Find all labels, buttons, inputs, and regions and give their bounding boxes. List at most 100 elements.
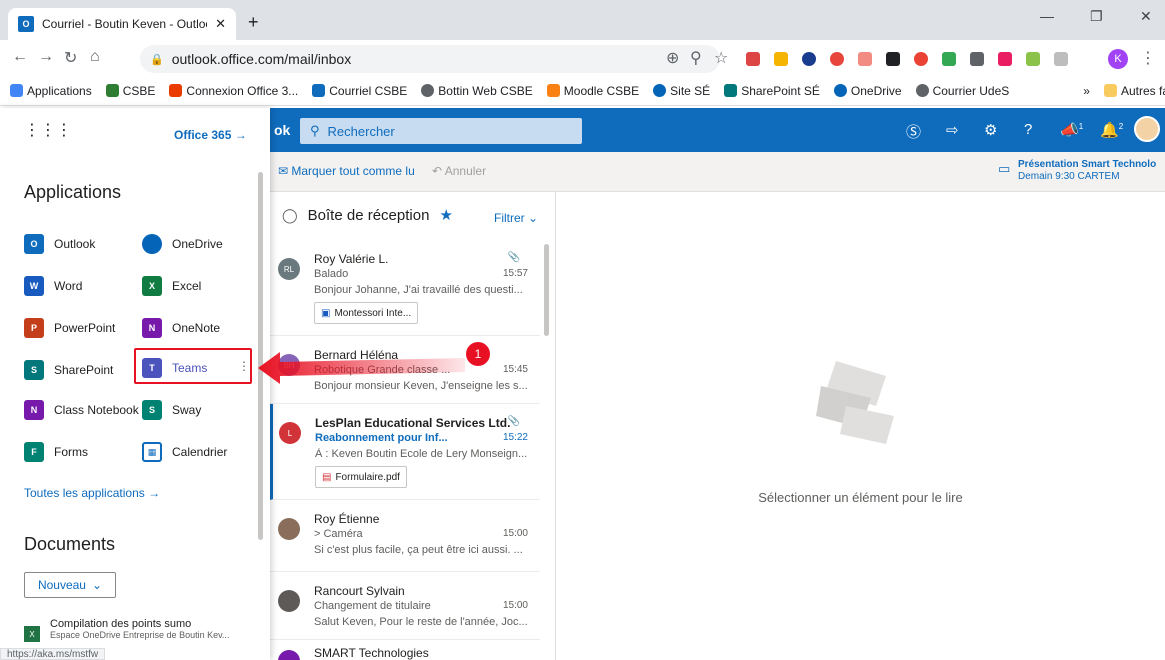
new-document-button[interactable]: Nouveau ⌄: [24, 572, 116, 598]
annotation-arrow-icon: [258, 352, 465, 384]
message-item[interactable]: Rancourt Sylvain Changement de titulaire…: [270, 572, 540, 640]
calendar-icon: ▦: [142, 442, 162, 462]
restore-icon[interactable]: ❐: [1090, 8, 1103, 25]
sender-avatar: L: [279, 422, 301, 444]
bookmark-item[interactable]: Applications: [10, 84, 92, 98]
skype-icon[interactable]: Ⓢ: [906, 121, 921, 142]
message-preview: Salut Keven, Pour le reste de l'année, J…: [314, 616, 528, 628]
profile-avatar[interactable]: K: [1108, 49, 1128, 69]
my-day-icon[interactable]: ⇨: [946, 121, 959, 139]
bookmark-item[interactable]: Courriel CSBE: [312, 84, 407, 98]
onedrive-icon: [833, 84, 847, 97]
app-sharepoint[interactable]: S SharePoint: [24, 360, 113, 380]
app-excel[interactable]: X Excel: [142, 276, 201, 296]
extension-icon[interactable]: [886, 52, 900, 66]
bell-icon[interactable]: 🔔2: [1100, 121, 1123, 139]
select-all-icon[interactable]: ◯: [282, 207, 298, 224]
undo-button[interactable]: ↶ Annuler: [432, 164, 486, 178]
bookmark-item[interactable]: Courrier UdeS: [915, 84, 1009, 98]
more-options-icon[interactable]: ⋮: [238, 359, 250, 373]
app-word[interactable]: W Word: [24, 276, 82, 296]
message-item[interactable]: SMART Technologies: [270, 640, 540, 660]
attachment-chip[interactable]: ▣ Montessori Inte...: [314, 302, 419, 324]
app-calendar[interactable]: ▦ Calendrier: [142, 442, 227, 462]
app-sway[interactable]: S Sway: [142, 400, 201, 420]
undo-icon: ↶: [432, 164, 445, 178]
zoom-icon[interactable]: ⊕: [666, 48, 679, 68]
attachment-chip[interactable]: ▤ Formulaire.pdf: [315, 466, 407, 488]
empty-mail-illustration-icon: [816, 361, 894, 444]
close-tab-icon[interactable]: ✕: [215, 16, 226, 32]
extension-icon[interactable]: [830, 52, 844, 66]
extension-icon[interactable]: [970, 52, 984, 66]
message-list-scrollbar[interactable]: [544, 244, 549, 336]
extension-icon[interactable]: [802, 52, 816, 66]
megaphone-icon[interactable]: 📣1: [1060, 121, 1083, 139]
extension-icon[interactable]: [1054, 52, 1068, 66]
url-text: outlook.office.com/mail/inbox: [171, 51, 352, 67]
more-bookmarks-icon[interactable]: »: [1083, 84, 1090, 98]
home-icon[interactable]: ⌂: [90, 48, 100, 66]
browser-tab-bar: O Courriel - Boutin Keven - Outlook ✕ + …: [0, 0, 1165, 40]
browser-menu-icon[interactable]: ⋮: [1140, 48, 1156, 68]
extension-icon[interactable]: [746, 52, 760, 66]
message-preview: Bonjour Johanne, J'ai travaillé des ques…: [314, 284, 523, 296]
help-icon[interactable]: ?: [1024, 121, 1032, 138]
message-item[interactable]: RL Roy Valérie L. 📎 Balado 15:57 Bonjour…: [270, 240, 540, 336]
minimize-icon[interactable]: —: [1040, 8, 1054, 24]
outlook-icon: O: [24, 234, 44, 254]
app-forms[interactable]: F Forms: [24, 442, 88, 462]
extension-icon[interactable]: [942, 52, 956, 66]
inbox-title: Boîte de réception: [307, 206, 430, 224]
bookmark-item[interactable]: CSBE: [105, 84, 155, 98]
extension-icon[interactable]: [914, 52, 928, 66]
search-page-icon[interactable]: ⚲: [690, 48, 702, 68]
reload-icon[interactable]: ↻: [64, 48, 77, 68]
all-apps-link[interactable]: Toutes les applications →: [24, 486, 160, 500]
app-launcher-waffle-icon[interactable]: ⋮⋮⋮: [24, 120, 72, 140]
new-tab-icon[interactable]: +: [248, 12, 259, 33]
bookmark-item[interactable]: SharePoint SÉ: [724, 84, 820, 98]
message-subject: Reabonnement pour Inf...: [315, 432, 448, 444]
message-item[interactable]: L LesPlan Educational Services Ltd. 📎 Re…: [270, 404, 540, 500]
bookmark-item[interactable]: Site SÉ: [653, 84, 710, 98]
filter-button[interactable]: Filtrer ⌄: [494, 211, 538, 225]
address-bar[interactable]: 🔒 outlook.office.com/mail/inbox: [140, 45, 720, 73]
bookmarks-bar: Applications CSBE Connexion Office 3... …: [0, 76, 1165, 106]
forward-icon[interactable]: →: [38, 48, 54, 66]
office365-link[interactable]: Office 365 →: [174, 128, 247, 142]
favorite-star-icon[interactable]: ★: [439, 206, 452, 224]
mark-all-read-button[interactable]: ✉ Marquer tout comme lu: [278, 164, 415, 178]
moodle-icon: [546, 84, 560, 97]
upcoming-event[interactable]: ▭ Présentation Smart Technolo Demain 9:3…: [998, 159, 1156, 183]
extension-icon[interactable]: [998, 52, 1012, 66]
app-class-notebook[interactable]: N Class Notebook: [24, 400, 139, 420]
sender-photo: [278, 590, 300, 612]
bookmark-item[interactable]: Connexion Office 3...: [169, 84, 298, 98]
extension-icon[interactable]: [774, 52, 788, 66]
back-icon[interactable]: ←: [12, 48, 28, 66]
other-bookmarks[interactable]: Autres favoris: [1103, 84, 1165, 98]
app-onenote[interactable]: N OneNote: [142, 318, 220, 338]
browser-tab[interactable]: O Courriel - Boutin Keven - Outlook ✕: [8, 8, 236, 40]
teams-icon: T: [142, 358, 162, 378]
message-item[interactable]: Roy Étienne > Caméra 15:00 Si c'est plus…: [270, 500, 540, 572]
app-onedrive[interactable]: OneDrive: [142, 234, 223, 254]
bookmark-item[interactable]: OneDrive: [833, 84, 902, 98]
app-name-fragment: ok: [274, 122, 291, 138]
extension-icon[interactable]: [1026, 52, 1040, 66]
site-icon: [653, 84, 667, 97]
app-powerpoint[interactable]: P PowerPoint: [24, 318, 115, 338]
recent-document[interactable]: X Compilation des points sumo Espace One…: [24, 618, 229, 642]
bookmark-item[interactable]: Bottin Web CSBE: [421, 84, 533, 98]
close-window-icon[interactable]: ✕: [1140, 8, 1152, 25]
csbe-icon: [105, 84, 119, 97]
settings-gear-icon[interactable]: ⚙: [984, 121, 997, 139]
app-outlook[interactable]: O Outlook: [24, 234, 95, 254]
app-teams[interactable]: T Teams: [142, 358, 207, 378]
bookmark-item[interactable]: Moodle CSBE: [546, 84, 639, 98]
search-input[interactable]: ⚲ Rechercher: [300, 118, 582, 144]
user-avatar[interactable]: [1134, 116, 1160, 142]
extension-icon[interactable]: [858, 52, 872, 66]
bookmark-star-icon[interactable]: ☆: [714, 48, 728, 68]
